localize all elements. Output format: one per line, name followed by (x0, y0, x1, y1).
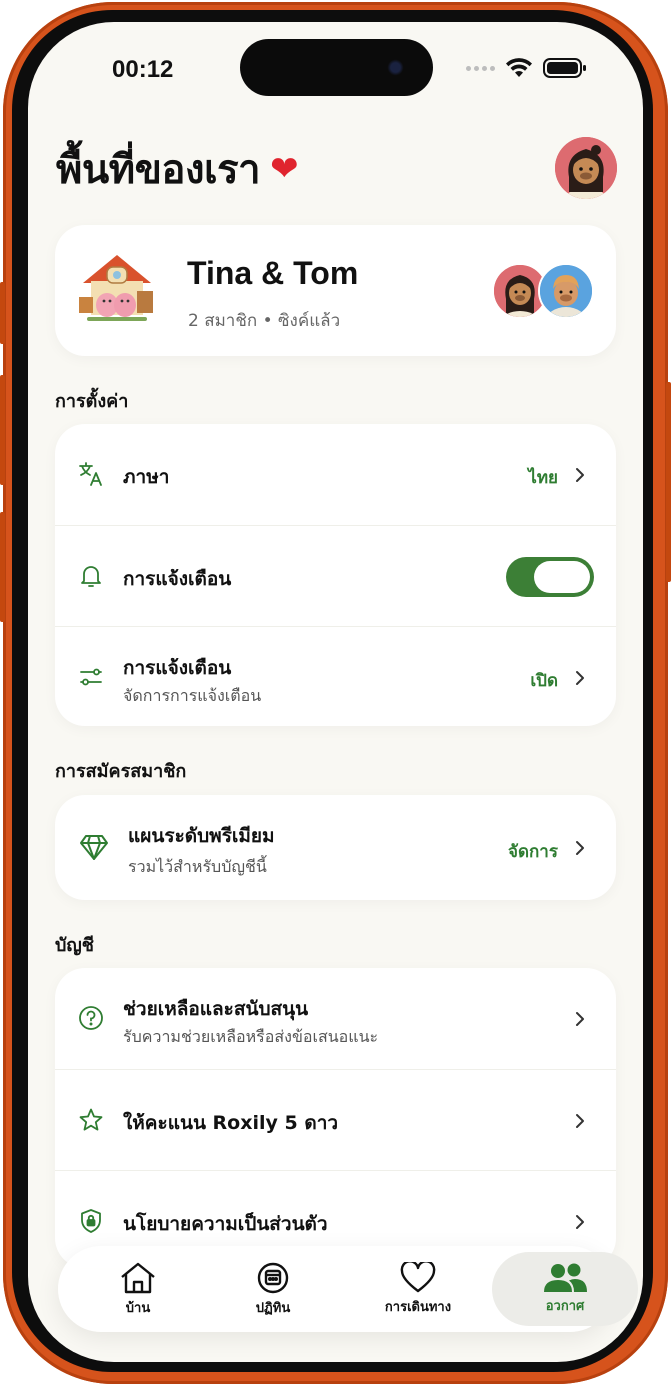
shield-lock-icon (77, 1207, 105, 1235)
side-button (666, 382, 671, 582)
section-settings-label: การตั้งค่า (55, 391, 129, 412)
tab-home-label: บ้าน (125, 1300, 151, 1316)
support-subtitle: รับความช่วยเหลือหรือส่งข้อเสนอแนะ (123, 1027, 379, 1046)
diamond-icon (79, 832, 109, 862)
cellular-icon (466, 65, 495, 71)
language-title: ภาษา (123, 466, 170, 488)
tab-journey-label: การเดินทาง (384, 1299, 452, 1315)
language-row[interactable]: ภาษา ไทย (55, 424, 616, 524)
privacy-policy-title: นโยบายความเป็นส่วนตัว (123, 1213, 328, 1235)
home-icon (121, 1262, 155, 1293)
page-title: พื้นที่ของเรา ❤ (56, 137, 299, 201)
side-button (0, 375, 5, 485)
member-avatar-boy-icon (538, 263, 594, 319)
page-title-text: พื้นที่ของเรา (56, 147, 261, 193)
premium-plan-value: จัดการ (508, 842, 558, 862)
notifications-toggle-row: การแจ้งเตือน (55, 525, 616, 625)
toggle-knob (534, 561, 590, 593)
notifications-manage-row[interactable]: การแจ้งเตือน จัดการการแจ้งเตือน เปิด (55, 626, 616, 726)
language-value: ไทย (528, 468, 558, 488)
group-name: Tina & Tom (187, 255, 359, 291)
premium-plan-subtitle: รวมไว้สำหรับบัญชีนี้ (128, 857, 267, 876)
heart-icon (400, 1261, 436, 1292)
support-title: ช่วยเหลือและสนับสนุน (123, 998, 309, 1020)
section-subscription-label: การสมัครสมาชิก (55, 761, 187, 782)
premium-plan-row[interactable]: แผนระดับพรีเมียม รวมไว้สำหรับบัญชีนี้ จั… (55, 795, 616, 900)
premium-plan-title: แผนระดับพรีเมียม (128, 825, 275, 847)
chevron-right-icon (576, 671, 584, 685)
account-card: ช่วยเหลือและสนับสนุน รับความช่วยเหลือหรื… (55, 968, 616, 1268)
tab-calendar[interactable]: ปฏิทิน (208, 1246, 338, 1332)
status-time: 00:12 (112, 56, 174, 83)
settings-card: ภาษา ไทย การแจ้งเตือน การแจ้งเตือน จัดกา… (55, 424, 616, 726)
notifications-manage-subtitle: จัดการการแจ้งเตือน (123, 686, 262, 705)
star-icon (77, 1106, 105, 1134)
heart-emoji-icon: ❤ (270, 149, 299, 189)
help-circle-icon (77, 1004, 105, 1032)
battery-icon (543, 58, 586, 78)
notifications-manage-value: เปิด (530, 671, 558, 691)
group-card[interactable]: Tina & Tom 2 สมาชิก • ซิงค์แล้ว (55, 225, 616, 356)
chevron-right-icon (576, 468, 584, 482)
app-screen: 00:12 พื้นที่ของเรา ❤ Tina & Tom 2 สมาชิ… (28, 22, 643, 1362)
support-row[interactable]: ช่วยเหลือและสนับสนุน รับความช่วยเหลือหรื… (55, 968, 616, 1068)
chevron-right-icon (576, 1215, 584, 1229)
translate-icon (77, 460, 105, 488)
tab-calendar-label: ปฏิทิน (255, 1300, 291, 1316)
bottom-tab-bar: บ้าน ปฏิทิน การเดินทาง อวกาศ (58, 1246, 638, 1332)
calendar-icon (257, 1262, 289, 1293)
tab-home[interactable]: บ้าน (78, 1246, 198, 1332)
side-button (0, 282, 5, 344)
section-account-label: บัญชี (55, 935, 94, 956)
status-icons (466, 56, 587, 80)
tab-space-label: อวกาศ (545, 1298, 585, 1314)
rate-app-title: ให้คะแนน Roxily 5 ดาว (123, 1112, 339, 1134)
group-meta: 2 สมาชิก • ซิงค์แล้ว (188, 311, 341, 331)
notifications-manage-title: การแจ้งเตือน (123, 657, 232, 679)
bell-icon (77, 562, 105, 590)
rate-app-row[interactable]: ให้คะแนน Roxily 5 ดาว (55, 1069, 616, 1169)
chevron-right-icon (576, 1012, 584, 1026)
people-icon (544, 1263, 587, 1292)
sliders-icon (77, 663, 105, 691)
dynamic-island (240, 39, 433, 96)
notifications-toggle[interactable] (506, 557, 594, 597)
profile-avatar[interactable] (555, 137, 617, 199)
side-button (0, 512, 5, 622)
wifi-icon (506, 58, 532, 77)
camera-icon (386, 58, 405, 77)
tab-journey[interactable]: การเดินทาง (353, 1246, 483, 1332)
avatar-girl-icon (555, 137, 617, 199)
notifications-toggle-title: การแจ้งเตือน (123, 568, 232, 590)
house-illustration-icon (79, 255, 153, 321)
member-avatars (492, 263, 596, 321)
tab-space[interactable]: อวกาศ (492, 1252, 638, 1326)
chevron-right-icon (576, 841, 584, 855)
chevron-right-icon (576, 1114, 584, 1128)
